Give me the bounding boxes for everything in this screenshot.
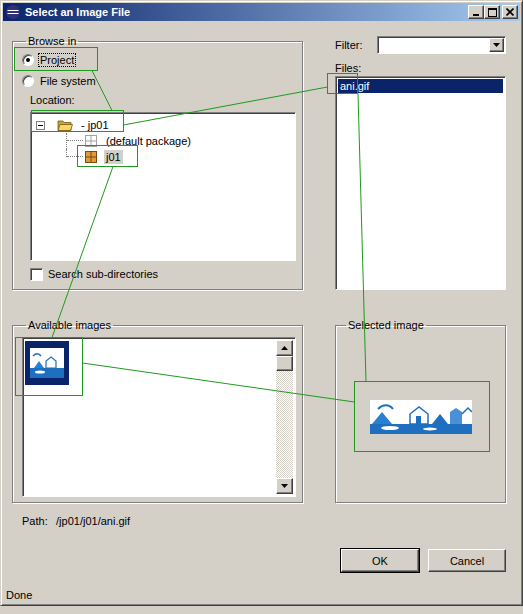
browse-in-group: Browse in Project File system Location: … <box>12 35 303 290</box>
vertical-scrollbar[interactable] <box>276 340 293 494</box>
project-folder-icon <box>57 117 73 133</box>
minimize-button[interactable] <box>468 5 484 19</box>
close-button[interactable] <box>502 5 518 19</box>
browse-in-label: Browse in <box>26 35 78 48</box>
image-thumbnail[interactable] <box>25 341 69 385</box>
screen: Select an Image File Browse in Project F… <box>0 0 523 614</box>
filter-combo[interactable] <box>377 36 506 54</box>
selected-image-preview <box>342 337 499 497</box>
eclipse-icon <box>5 4 21 20</box>
file-item[interactable]: ani.gif <box>338 79 503 93</box>
status-bar: Done <box>3 588 520 602</box>
dropdown-arrow-icon <box>493 43 500 47</box>
thumbnail-picture-icon <box>30 348 64 378</box>
radio-option[interactable]: Project <box>22 49 296 70</box>
location-tree[interactable]: - jp01 (default package) j01 <box>30 112 296 261</box>
scroll-thumb[interactable] <box>276 356 293 371</box>
filter-row: Filter: <box>335 36 506 54</box>
location-label: Location: <box>30 93 296 107</box>
path-label: Path: <box>22 514 53 528</box>
status-text: Done <box>6 589 32 601</box>
selected-image-group: Selected image <box>335 319 506 503</box>
path-row: Path: /jp01/j01/ani.gif <box>12 514 506 528</box>
files-panel: Filter: Files: ani.gif <box>335 35 506 290</box>
annotation-overlay <box>0 0 523 614</box>
up-arrow-icon <box>281 346 288 350</box>
dialog-content: Browse in Project File system Location: … <box>3 21 520 572</box>
dropdown-button[interactable] <box>489 38 504 52</box>
tree-connector <box>66 133 84 149</box>
checkbox-label: Search sub-directories <box>48 268 158 280</box>
scroll-up-button[interactable] <box>276 340 293 356</box>
expander-icon[interactable] <box>36 121 45 130</box>
tree-item[interactable]: (default package) <box>36 133 295 149</box>
close-icon <box>506 8 514 16</box>
scroll-track[interactable] <box>276 371 293 478</box>
window-title: Select an Image File <box>25 6 468 18</box>
selected-picture-icon <box>370 400 472 434</box>
maximize-icon <box>488 8 497 17</box>
scroll-down-button[interactable] <box>276 478 293 494</box>
search-subdirectories-checkbox[interactable]: Search sub-directories <box>30 267 296 281</box>
radio-option[interactable]: File system <box>22 70 296 91</box>
radio-dot-icon <box>26 58 30 62</box>
select-image-dialog: Select an Image File Browse in Project F… <box>0 0 523 606</box>
package-icon <box>84 150 98 164</box>
path-value: /jp01/j01/ani.gif <box>56 515 130 527</box>
radio-label: Project <box>39 54 75 66</box>
files-label: Files: <box>335 61 506 75</box>
filter-label: Filter: <box>335 39 377 51</box>
radio-icon <box>22 75 34 87</box>
available-images-label: Available images <box>26 319 113 332</box>
selected-image-label: Selected image <box>346 319 426 332</box>
empty-package-icon <box>84 134 98 148</box>
tree-item-label: - jp01 <box>79 118 111 132</box>
available-images-group: Available images <box>12 319 303 503</box>
collapse-icon <box>36 121 45 130</box>
available-images-list[interactable] <box>22 337 296 497</box>
maximize-button[interactable] <box>484 5 500 19</box>
radio-icon <box>22 54 34 66</box>
filter-value <box>379 38 489 52</box>
dialog-button[interactable]: OK <box>341 549 419 572</box>
dialog-button[interactable]: Cancel <box>428 549 506 572</box>
tree-item-label: j01 <box>104 150 123 164</box>
top-row: Browse in Project File system Location: … <box>12 35 506 290</box>
tree-item[interactable]: - jp01 <box>36 117 295 133</box>
bottom-row: Available images Selected image <box>12 319 506 503</box>
window-controls <box>468 5 518 19</box>
tree-connector <box>66 149 84 157</box>
title-bar[interactable]: Select an Image File <box>3 3 520 21</box>
files-list[interactable]: ani.gif <box>335 76 506 290</box>
tree-item-label: (default package) <box>104 134 193 148</box>
down-arrow-icon <box>281 484 288 488</box>
radio-label: File system <box>39 75 97 87</box>
button-row: OK Cancel <box>12 549 506 572</box>
tree-item[interactable]: j01 <box>36 149 295 165</box>
minimize-icon <box>472 8 480 16</box>
checkbox-icon <box>30 268 43 281</box>
